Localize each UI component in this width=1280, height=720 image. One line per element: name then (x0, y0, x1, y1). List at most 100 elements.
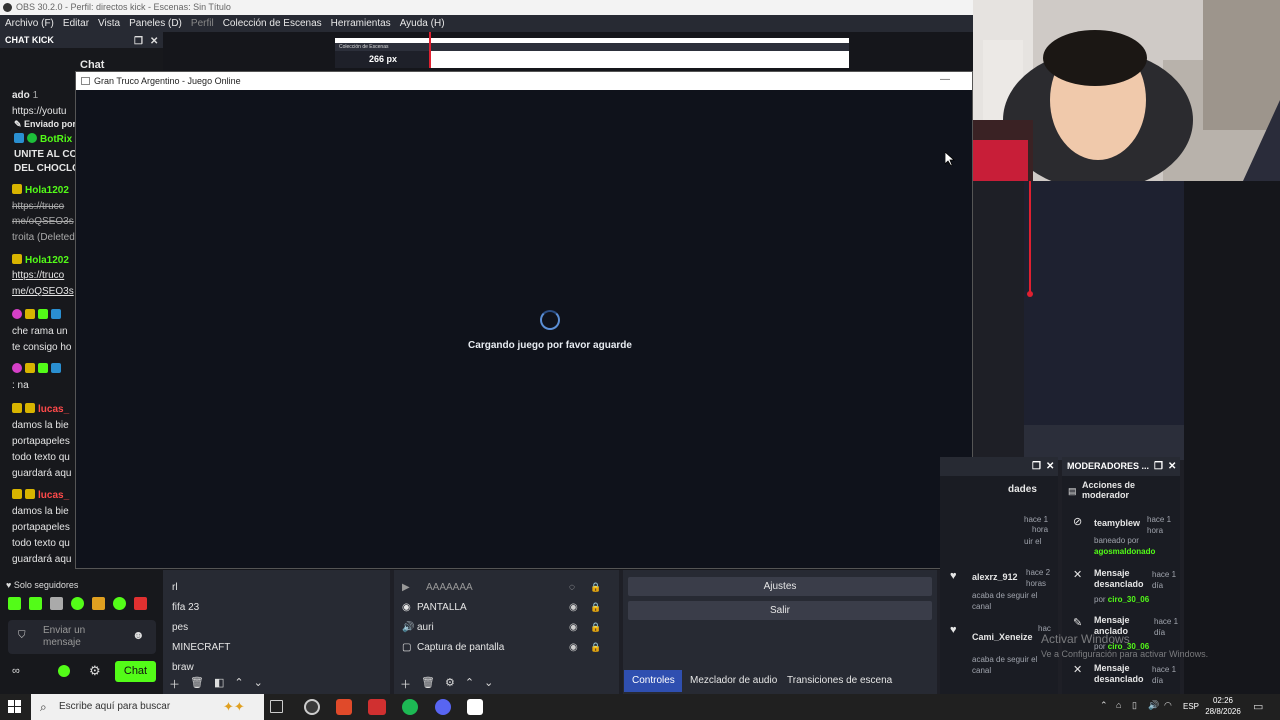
activity-top-1: hora (1032, 525, 1049, 534)
close-icon[interactable]: ✕ (1046, 457, 1054, 476)
emote-icon[interactable] (71, 597, 84, 610)
gear-icon[interactable]: ⚙ (89, 663, 101, 679)
lock-icon[interactable]: 🔒 (590, 582, 601, 593)
eye-icon[interactable]: ◉ (569, 622, 578, 633)
emote-icon[interactable] (8, 597, 21, 610)
obs-title: OBS 30.2.0 - Perfil: directos kick - Esc… (16, 2, 231, 12)
chat-user-lucas-2[interactable]: lucas_ (12, 488, 69, 504)
add-icon[interactable]: ＋ (169, 676, 180, 692)
capcut-icon[interactable] (467, 699, 483, 715)
menu-coleccion[interactable]: Colección de Escenas (223, 15, 322, 32)
lock-icon[interactable]: 🔒 (590, 642, 601, 653)
menu-perfil[interactable]: Perfil (191, 15, 214, 32)
lock-icon[interactable]: 🔒 (590, 622, 601, 633)
mod-action-by[interactable]: agosmaldonado (1094, 546, 1155, 557)
menu-herramientas[interactable]: Herramientas (331, 15, 391, 32)
obs-taskbar-icon[interactable] (304, 699, 320, 715)
chat-line-25: guardará aqu (12, 554, 72, 565)
source-item[interactable]: ▶ AAAAAAA ◌ 🔒 (402, 582, 601, 593)
activity-user[interactable]: Cami_Xeneize (972, 632, 1033, 643)
chat-user-hola-2[interactable]: Hola1202 (12, 253, 69, 269)
menu-archivo[interactable]: Archivo (F) (5, 15, 54, 32)
scene-item[interactable]: pes (172, 622, 188, 633)
trash-icon[interactable]: 🗑 (190, 676, 204, 692)
tab-controls[interactable]: Controles (624, 670, 683, 692)
trash-icon[interactable]: 🗑 (421, 676, 435, 692)
notifications-icon[interactable]: ▭ (1253, 700, 1263, 713)
close-icon[interactable]: ✕ (150, 34, 158, 50)
task-view-icon[interactable] (270, 700, 283, 713)
gear-icon[interactable]: ⚙ (445, 676, 455, 692)
eye-icon[interactable]: ◉ (569, 642, 578, 653)
scene-item[interactable]: braw (172, 662, 194, 673)
mod-action-title[interactable]: teamyblew (1094, 518, 1140, 529)
emote-icon[interactable] (113, 597, 126, 610)
spotify-icon[interactable] (402, 699, 418, 715)
chat-line-20: guardará aqu (12, 468, 72, 479)
scene-item[interactable]: rl (172, 582, 178, 593)
menu-ayuda[interactable]: Ayuda (H) (400, 15, 445, 32)
menu-editar[interactable]: Editar (63, 15, 89, 32)
chat-user-hola[interactable]: Hola1202 (12, 183, 69, 199)
tab-transitions[interactable]: Transiciones de escena (779, 670, 901, 692)
tray-chevron-icon[interactable]: ⌃ (1100, 700, 1108, 711)
discord-icon[interactable] (435, 699, 451, 715)
menu-vista[interactable]: Vista (98, 15, 120, 32)
down-icon[interactable]: ⌄ (484, 676, 493, 692)
emote-icon[interactable] (134, 597, 147, 610)
taskbar-search[interactable]: ⌕ Escribe aquí para buscar ✦✦ (31, 694, 264, 720)
down-icon[interactable]: ⌄ (254, 676, 263, 692)
add-icon[interactable]: ＋ (400, 676, 411, 692)
scene-item[interactable]: MINECRAFT (172, 642, 230, 653)
float-icon[interactable]: ❐ (134, 34, 143, 50)
emoji-icon[interactable]: ☻ (132, 628, 145, 642)
chat-user-lucas[interactable]: lucas_ (12, 402, 69, 418)
menu-paneles[interactable]: Paneles (D) (129, 15, 182, 32)
eye-icon[interactable]: ◉ (569, 602, 578, 613)
infinity-icon[interactable]: ∞ (12, 665, 20, 677)
guide-handle[interactable] (1027, 291, 1033, 297)
activity-user[interactable]: alexrz_912 (972, 572, 1018, 583)
close-icon[interactable]: ✕ (1168, 457, 1176, 476)
chat-line-11[interactable]: https://truco (12, 268, 64, 284)
up-icon[interactable]: ⌃ (234, 676, 243, 692)
tray-network-icon[interactable]: ⌂ (1116, 700, 1121, 710)
chat-dock-title: CHAT KICK ❐ ✕ (0, 32, 163, 48)
taskbar-clock[interactable]: 02:26 28/8/2026 (1200, 695, 1246, 717)
source-item[interactable]: 🔊 auri ◉ 🔒 (402, 622, 601, 633)
up-icon[interactable]: ⌃ (465, 676, 474, 692)
tray-mic-icon[interactable]: ▯ (1132, 700, 1137, 711)
windows-start-icon[interactable] (8, 700, 21, 713)
mod-action-title[interactable]: Mensaje desanclado (1094, 663, 1152, 685)
emote-icon[interactable] (29, 597, 42, 610)
mod-action-title[interactable]: Mensaje desanclado (1094, 568, 1152, 590)
obs-titlebar: OBS 30.2.0 - Perfil: directos kick - Esc… (0, 0, 973, 15)
settings-button[interactable]: Ajustes (628, 577, 932, 596)
chat-input[interactable]: ⛉ Enviar un mensaje ☻ (8, 620, 156, 654)
minimize-icon[interactable]: — (940, 71, 950, 89)
followers-only[interactable]: ♥ Solo seguidores (6, 580, 78, 590)
scene-item[interactable]: fifa 23 (172, 602, 199, 613)
chat-line-5: DEL CHOCLO (14, 163, 80, 174)
lock-icon[interactable]: 🔒 (590, 602, 601, 613)
display-icon: ◉ (402, 602, 411, 613)
tray-language[interactable]: ESP (1183, 702, 1199, 711)
filter-icon[interactable]: ◧ (214, 676, 224, 692)
brave-icon[interactable] (336, 699, 352, 715)
video-splitter-icon[interactable] (368, 699, 386, 715)
emote-icon[interactable] (92, 597, 105, 610)
exit-button[interactable]: Salir (628, 601, 932, 620)
float-icon[interactable]: ❐ (1032, 457, 1041, 476)
source-item[interactable]: ▢ Captura de pantalla ◉ 🔒 (402, 642, 601, 653)
tab-audio-mixer[interactable]: Mezclador de audio (682, 670, 786, 692)
emote-icon[interactable] (50, 597, 63, 610)
chat-send-button[interactable]: Chat (115, 661, 156, 682)
eye-hidden-icon[interactable]: ◌ (569, 582, 575, 593)
source-item[interactable]: ◉ PANTALLA ◉ 🔒 (402, 602, 601, 613)
points-icon[interactable] (58, 665, 70, 677)
float-icon[interactable]: ❐ (1154, 457, 1163, 476)
tray-volume-icon[interactable]: 🔊 (1148, 700, 1159, 711)
tray-wifi-icon[interactable]: ◠ (1164, 700, 1172, 711)
mod-action-time: hace 1 día (1152, 570, 1177, 590)
chat-line-12[interactable]: me/oQSEO3s (12, 284, 74, 300)
